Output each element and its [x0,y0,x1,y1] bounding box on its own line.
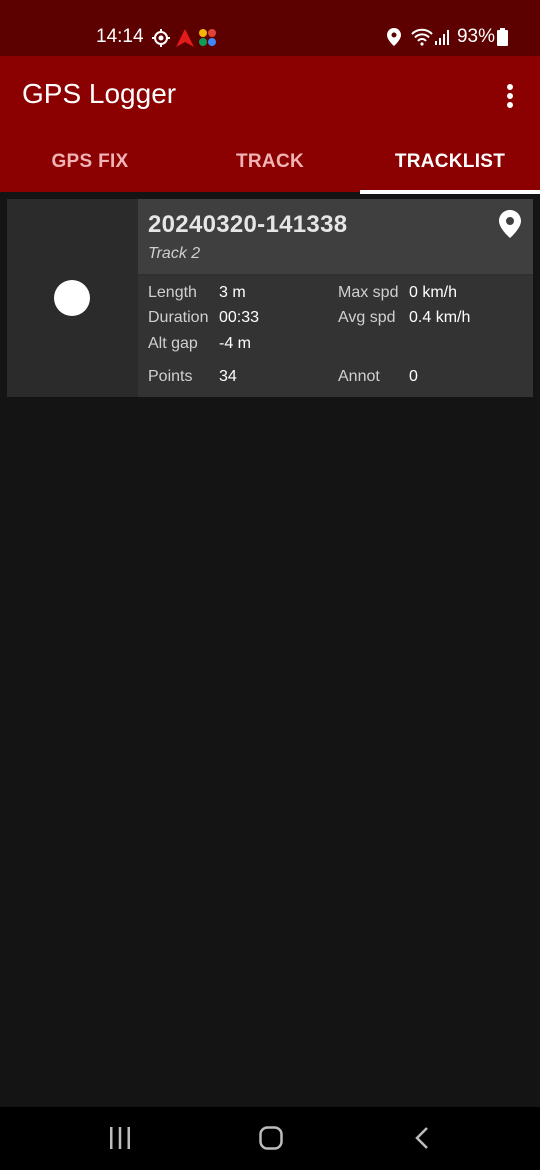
wifi-icon [411,28,433,46]
home-icon[interactable] [259,1126,283,1150]
status-time: 14:14 [96,26,144,47]
track-stats: Length 3 m Duration 00:33 Alt gap -4 m P… [138,276,533,397]
recent-apps-icon[interactable] [108,1127,132,1149]
battery-icon [497,28,508,46]
track-description: Track 2 [148,245,201,262]
track-name: 20240320-141338 [148,211,348,238]
track-thumbnail [7,199,138,397]
avg-speed-label: Avg spd [338,309,396,326]
system-nav-bar [0,1107,540,1170]
back-icon[interactable] [414,1126,430,1150]
app-bar: GPS Logger GPS FIX TRACK TRACKLIST [0,56,540,194]
length-label: Length [148,284,197,301]
track-dot-icon [54,280,90,316]
length-value: 3 m [219,284,246,301]
points-value: 34 [219,368,237,385]
duration-label: Duration [148,309,209,326]
tab-track[interactable]: TRACK [180,140,360,192]
overflow-menu-icon[interactable] [500,82,520,110]
signal-icon [434,30,449,45]
system-status: 93% [386,26,508,48]
track-header: 20240320-141338 Track 2 [138,199,533,276]
app-title: GPS Logger [22,78,177,109]
annotations-value: 0 [409,368,418,385]
avg-speed-value: 0.4 km/h [409,309,471,326]
map-pin-icon[interactable] [499,210,521,238]
alt-gap-value: -4 m [219,335,251,352]
track-list-item[interactable]: 20240320-141338 Track 2 Length 3 m Durat… [7,199,533,397]
tab-gps-fix[interactable]: GPS FIX [0,140,180,192]
photos-app-icon [199,29,216,46]
notification-icons [152,27,222,49]
location-icon [386,28,401,46]
tab-tracklist[interactable]: TRACKLIST [360,140,540,194]
status-bar: 14:14 93% [0,0,540,56]
tab-bar: GPS FIX TRACK TRACKLIST [0,140,540,194]
duration-value: 00:33 [219,309,260,326]
battery-percent: 93% [456,26,495,47]
points-label: Points [148,368,193,385]
navigation-arrow-icon [176,29,194,47]
max-speed-label: Max spd [338,284,399,301]
annotations-label: Annot [338,368,380,385]
max-speed-value: 0 km/h [409,284,458,301]
gps-status-icon [152,29,170,47]
alt-gap-label: Alt gap [148,335,198,352]
